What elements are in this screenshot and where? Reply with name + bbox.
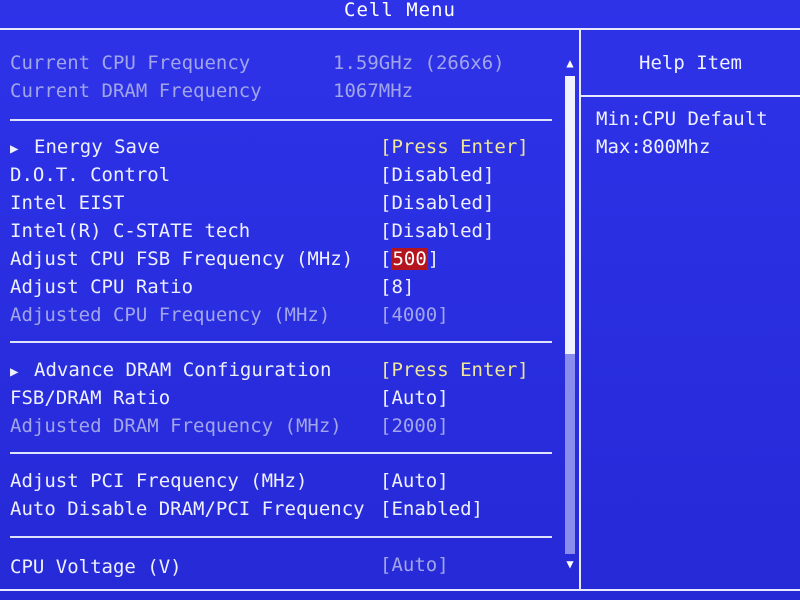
energy-save-value[interactable]: [Press Enter] xyxy=(380,134,529,160)
bracket-close: ] xyxy=(427,248,440,270)
menu-item-adjust-cpu-fsb-frequency[interactable]: Adjust CPU FSB Frequency (MHz) xyxy=(10,246,353,272)
section-separator xyxy=(10,341,552,343)
menu-item-dot-control[interactable]: D.O.T. Control xyxy=(10,162,170,188)
fsb-dram-ratio-value[interactable]: [Auto] xyxy=(380,385,449,411)
submenu-arrow-icon: ▶ xyxy=(10,364,19,380)
menu-item-auto-disable-dram-pci-frequency[interactable]: Auto Disable DRAM/PCI Frequency xyxy=(10,496,365,522)
menu-item-adjusted-cpu-frequency: Adjusted CPU Frequency (MHz) xyxy=(10,304,331,326)
menu-item-label: Energy Save xyxy=(34,136,160,158)
current-dram-frequency-label: Current DRAM Frequency xyxy=(10,80,262,102)
menu-item-adjust-cpu-ratio[interactable]: Adjust CPU Ratio xyxy=(10,274,193,300)
adjusted-cpu-frequency-value: [4000] xyxy=(380,304,449,326)
menu-item-advance-dram-configuration[interactable]: ▶ Advance DRAM Configuration xyxy=(10,357,331,383)
page-title: Cell Menu xyxy=(344,0,456,21)
menu-item-adjust-pci-frequency[interactable]: Adjust PCI Frequency (MHz) xyxy=(10,468,307,494)
menu-item-intel-eist[interactable]: Intel EIST xyxy=(10,190,124,216)
help-line-min: Min:CPU Default xyxy=(596,108,768,130)
section-separator xyxy=(10,119,552,121)
panel-divider xyxy=(579,28,581,591)
scroll-down-arrow-icon[interactable]: ▼ xyxy=(562,557,578,571)
intel-eist-value[interactable]: [Disabled] xyxy=(380,190,494,216)
dot-control-value[interactable]: [Disabled] xyxy=(380,162,494,188)
selected-value-input[interactable]: 500 xyxy=(391,248,428,270)
current-cpu-frequency-label: Current CPU Frequency xyxy=(10,52,251,74)
menu-item-c-state-tech[interactable]: Intel(R) C-STATE tech xyxy=(10,218,250,244)
adjust-cpu-ratio-value[interactable]: [8] xyxy=(380,274,414,300)
bracket-open: [ xyxy=(380,248,392,270)
section-separator xyxy=(10,452,552,454)
auto-disable-dram-pci-frequency-value[interactable]: [Enabled] xyxy=(380,496,483,522)
adjust-cpu-fsb-frequency-value[interactable]: [500] xyxy=(380,246,439,272)
menu-item-adjusted-dram-frequency: Adjusted DRAM Frequency (MHz) xyxy=(10,415,342,437)
help-panel-title: Help Item xyxy=(639,52,742,74)
bios-screen: Cell Menu Current CPU Frequency 1.59GHz … xyxy=(0,0,800,600)
adjusted-dram-frequency-value: [2000] xyxy=(380,415,449,437)
help-separator xyxy=(581,95,800,97)
menu-item-energy-save[interactable]: ▶ Energy Save xyxy=(10,134,160,160)
section-separator xyxy=(10,536,552,538)
adjust-pci-frequency-value[interactable]: [Auto] xyxy=(380,468,449,494)
menu-item-cpu-voltage[interactable]: CPU Voltage (V) xyxy=(10,554,182,580)
current-cpu-frequency-value: 1.59GHz (266x6) xyxy=(333,52,505,74)
frame-bottom-border xyxy=(0,589,800,591)
menu-item-label: Advance DRAM Configuration xyxy=(34,359,332,381)
scroll-up-arrow-icon[interactable]: ▲ xyxy=(562,56,578,70)
help-line-max: Max:800Mhz xyxy=(596,136,711,158)
current-dram-frequency-value: 1067MHz xyxy=(333,80,414,102)
frame-top-border xyxy=(0,28,800,30)
advance-dram-configuration-value[interactable]: [Press Enter] xyxy=(380,357,529,383)
scrollbar-thumb[interactable] xyxy=(565,76,575,354)
menu-item-fsb-dram-ratio[interactable]: FSB/DRAM Ratio xyxy=(10,385,170,411)
c-state-tech-value[interactable]: [Disabled] xyxy=(380,218,494,244)
submenu-arrow-icon: ▶ xyxy=(10,141,19,157)
cpu-voltage-value[interactable]: [Auto] xyxy=(380,552,449,578)
